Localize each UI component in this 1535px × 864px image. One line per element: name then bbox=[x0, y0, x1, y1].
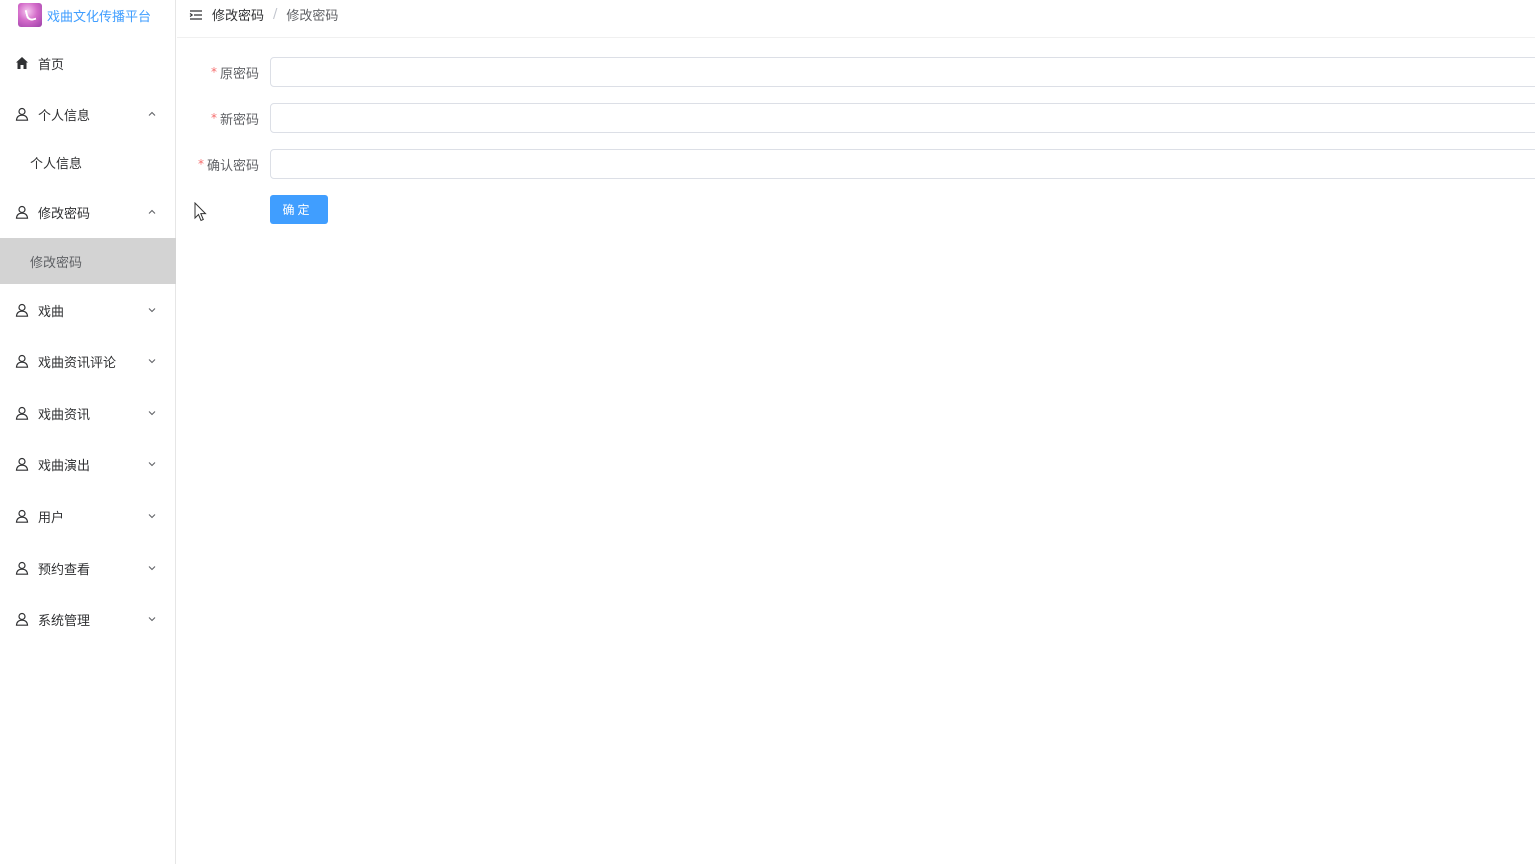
home-icon bbox=[15, 56, 29, 70]
breadcrumb: 修改密码 / 修改密码 bbox=[212, 5, 338, 24]
chevron-down-icon bbox=[147, 563, 157, 573]
form-row-confirm-password: * 确认密码 bbox=[177, 149, 1535, 179]
sidebar-item-label: 戏曲演出 bbox=[38, 458, 91, 474]
breadcrumb-separator: / bbox=[273, 7, 278, 22]
sidebar-item-reservations[interactable]: 预约查看 bbox=[0, 548, 176, 588]
user-icon bbox=[15, 457, 29, 471]
sidebar-item-users[interactable]: 用户 bbox=[0, 496, 176, 536]
app-root: 戏曲文化传播平台 首页 个人信息 个人信息 修改密码 修改密码 戏曲 戏曲资讯评… bbox=[0, 0, 1535, 864]
chevron-down-icon bbox=[147, 614, 157, 624]
old-password-label: * 原密码 bbox=[211, 57, 259, 87]
user-icon bbox=[15, 205, 29, 219]
breadcrumb-item-current: 修改密码 bbox=[286, 9, 339, 24]
sidebar-item-opera-news[interactable]: 戏曲资讯 bbox=[0, 393, 176, 433]
hamburger-icon[interactable] bbox=[189, 7, 203, 21]
old-password-input[interactable] bbox=[270, 57, 1535, 87]
confirm-password-input[interactable] bbox=[270, 149, 1535, 179]
sidebar-item-label: 首页 bbox=[38, 57, 65, 73]
sidebar-item-opera-news-comments[interactable]: 戏曲资讯评论 bbox=[0, 341, 176, 381]
sidebar-item-label: 用户 bbox=[38, 510, 65, 526]
form-row-old-password: * 原密码 bbox=[177, 57, 1535, 87]
sidebar-subitem-personal-info[interactable]: 个人信息 bbox=[0, 139, 176, 185]
sidebar-item-opera[interactable]: 戏曲 bbox=[0, 290, 176, 330]
sidebar-item-personal-info[interactable]: 个人信息 bbox=[0, 94, 176, 134]
required-asterisk: * bbox=[197, 157, 204, 171]
sidebar-item-label: 戏曲 bbox=[38, 304, 65, 320]
old-password-label-text: 原密码 bbox=[219, 66, 259, 82]
brand-logo[interactable]: 戏曲文化传播平台 bbox=[18, 3, 151, 27]
sidebar-item-change-password[interactable]: 修改密码 bbox=[0, 192, 176, 232]
sidebar-item-label: 修改密码 bbox=[38, 206, 91, 222]
confirm-button[interactable]: 确定 bbox=[270, 195, 328, 224]
sidebar: 戏曲文化传播平台 首页 个人信息 个人信息 修改密码 修改密码 戏曲 戏曲资讯评… bbox=[0, 0, 176, 864]
sidebar-subitem-label: 修改密码 bbox=[30, 255, 83, 271]
sidebar-item-label: 预约查看 bbox=[38, 562, 91, 578]
chevron-down-icon bbox=[147, 356, 157, 366]
new-password-label: * 新密码 bbox=[211, 103, 259, 133]
chevron-down-icon bbox=[147, 459, 157, 469]
user-icon bbox=[15, 406, 29, 420]
new-password-label-text: 新密码 bbox=[219, 112, 259, 128]
sidebar-item-label: 戏曲资讯评论 bbox=[38, 355, 117, 371]
sidebar-subitem-change-password[interactable]: 修改密码 bbox=[0, 238, 176, 284]
sidebar-item-label: 个人信息 bbox=[38, 108, 91, 124]
new-password-input[interactable] bbox=[270, 103, 1535, 133]
form-row-new-password: * 新密码 bbox=[177, 103, 1535, 133]
music-note-logo-icon bbox=[18, 3, 42, 27]
sidebar-item-opera-performance[interactable]: 戏曲演出 bbox=[0, 444, 176, 484]
required-asterisk: * bbox=[210, 65, 217, 79]
user-icon bbox=[15, 354, 29, 368]
user-icon bbox=[15, 509, 29, 523]
user-icon bbox=[15, 107, 29, 121]
user-icon bbox=[15, 303, 29, 317]
sidebar-item-system-management[interactable]: 系统管理 bbox=[0, 599, 176, 639]
brand-name: 戏曲文化传播平台 bbox=[47, 9, 152, 25]
mouse-cursor-icon bbox=[194, 201, 208, 222]
chevron-down-icon bbox=[147, 408, 157, 418]
top-header: 修改密码 / 修改密码 bbox=[177, 0, 1535, 38]
chevron-up-icon bbox=[147, 207, 157, 217]
user-icon bbox=[15, 561, 29, 575]
chevron-up-icon bbox=[147, 109, 157, 119]
required-asterisk: * bbox=[210, 111, 217, 125]
sidebar-item-label: 戏曲资讯 bbox=[38, 407, 91, 423]
sidebar-item-home[interactable]: 首页 bbox=[0, 43, 176, 83]
chevron-down-icon bbox=[147, 305, 157, 315]
chevron-down-icon bbox=[147, 511, 157, 521]
user-icon bbox=[15, 612, 29, 626]
sidebar-item-label: 系统管理 bbox=[38, 613, 91, 629]
confirm-password-label-text: 确认密码 bbox=[206, 158, 259, 174]
sidebar-subitem-label: 个人信息 bbox=[30, 156, 83, 172]
breadcrumb-item-parent[interactable]: 修改密码 bbox=[212, 5, 264, 24]
confirm-password-label: * 确认密码 bbox=[198, 149, 259, 179]
